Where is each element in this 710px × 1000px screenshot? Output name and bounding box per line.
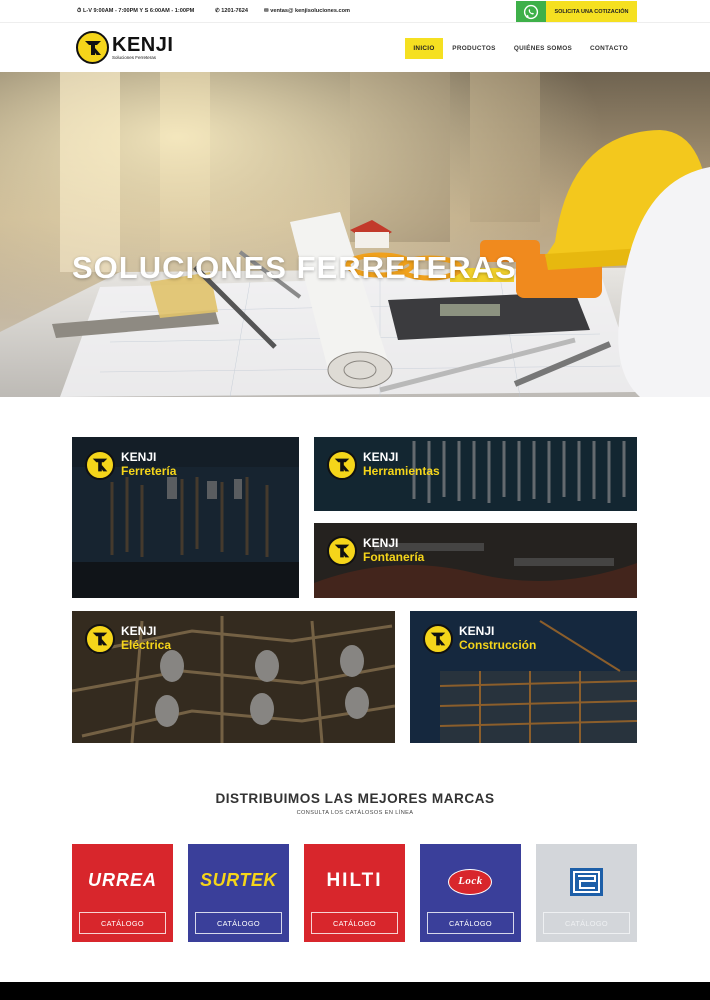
category-tile-electrica[interactable]: KENJI Eléctrica xyxy=(72,611,395,743)
phone-text: 1201-7624 xyxy=(221,8,249,14)
tile-brand: KENJI xyxy=(121,450,157,465)
catalog-button[interactable]: CATÁLOGO xyxy=(543,912,630,934)
footer-bar xyxy=(0,982,710,1000)
kenji-logo-icon xyxy=(76,31,109,64)
catalog-button[interactable]: CATÁLOGO xyxy=(195,912,282,934)
brand-logo-lock: Lock xyxy=(458,875,483,887)
whatsapp-button[interactable] xyxy=(516,1,546,22)
tile-category: Fontanería xyxy=(363,550,425,564)
catalog-button[interactable]: CATÁLOGO xyxy=(427,912,514,934)
whatsapp-icon xyxy=(523,4,539,19)
kenji-logo-icon xyxy=(327,450,357,480)
clock-icon: ⏱ xyxy=(77,8,82,14)
brand-logo-icon xyxy=(570,868,603,896)
email-text: ventas@ kenjisoluciones.com xyxy=(270,8,351,14)
kenji-logo-icon xyxy=(423,624,453,654)
catalog-button[interactable]: CATÁLOGO xyxy=(79,912,166,934)
site-header: KENJI Soluciones Ferreteras INICIO PRODU… xyxy=(0,24,710,72)
tile-brand: KENJI xyxy=(459,624,495,639)
brand-card-lock: Lock CATÁLOGO xyxy=(420,844,521,942)
kenji-logo-icon xyxy=(85,450,115,480)
tile-category: Eléctrica xyxy=(121,638,172,652)
nav-productos[interactable]: PRODUCTOS xyxy=(447,38,501,59)
tile-brand: KENJI xyxy=(363,536,399,551)
phone-info[interactable]: ✆ 1201-7624 xyxy=(215,8,248,14)
tile-category: Construcción xyxy=(459,638,537,652)
brand-card-hilti: HILTI CATÁLOGO xyxy=(304,844,405,942)
hero-image xyxy=(0,72,710,397)
nav-contacto[interactable]: CONTACTO xyxy=(584,38,634,59)
quote-button[interactable]: SOLICITA UNA COTIZACIÓN xyxy=(546,1,637,22)
phone-icon: ✆ xyxy=(215,8,220,14)
hours-text: L-V 9:00AM - 7:00PM Y S 6:00AM - 1:00PM xyxy=(82,8,195,14)
nav-quienes-somos[interactable]: QUIÉNES SOMOS xyxy=(507,38,579,59)
tile-category: Ferretería xyxy=(121,464,177,478)
kenji-logo-icon xyxy=(327,536,357,566)
brand-logo-urrea: URREA xyxy=(87,870,157,890)
envelope-icon: ✉ xyxy=(264,8,269,14)
hero-title: SOLUCIONES FERRETERAS xyxy=(72,250,517,285)
logo-name: KENJI xyxy=(112,33,174,56)
brand-card-urrea: URREA CATÁLOGO xyxy=(72,844,173,942)
brands-subtitle: CONSULTA LOS CATÁLOSOS EN LÍNEA xyxy=(296,810,414,816)
tile-brand: KENJI xyxy=(363,450,399,465)
site-logo[interactable]: KENJI Soluciones Ferreteras xyxy=(76,31,173,64)
kenji-logo-icon xyxy=(85,624,115,654)
top-bar: ⏱ L-V 9:00AM - 7:00PM Y S 6:00AM - 1:00P… xyxy=(0,0,710,23)
hours-info: ⏱ L-V 9:00AM - 7:00PM Y S 6:00AM - 1:00P… xyxy=(77,8,194,15)
catalog-button[interactable]: CATÁLOGO xyxy=(311,912,398,934)
logo-tagline: Soluciones Ferreteras xyxy=(112,54,157,60)
hero-banner: SOLUCIONES FERRETERAS xyxy=(0,72,710,397)
brand-logo-hilti: HILTI xyxy=(326,870,383,891)
brand-logo-surtek: SURTEK xyxy=(200,870,277,890)
brand-card-surtek: SURTEK CATÁLOGO xyxy=(188,844,289,942)
category-tile-construccion[interactable]: KENJI Construcción xyxy=(410,611,637,743)
category-tile-herramientas[interactable]: KENJI Herramientas xyxy=(314,437,637,511)
brand-card-generic: CATÁLOGO xyxy=(536,844,637,942)
tile-brand: KENJI xyxy=(121,624,157,639)
tile-category: Herramientas xyxy=(363,464,440,478)
category-tile-fontaneria[interactable]: KENJI Fontanería xyxy=(314,523,637,598)
nav-inicio[interactable]: INICIO xyxy=(405,38,443,59)
brands-title: DISTRIBUIMOS LAS MEJORES MARCAS xyxy=(215,791,495,806)
category-tile-ferreteria[interactable]: KENJI Ferretería xyxy=(72,437,299,598)
email-info[interactable]: ✉ ventas@ kenjisoluciones.com xyxy=(264,8,350,14)
